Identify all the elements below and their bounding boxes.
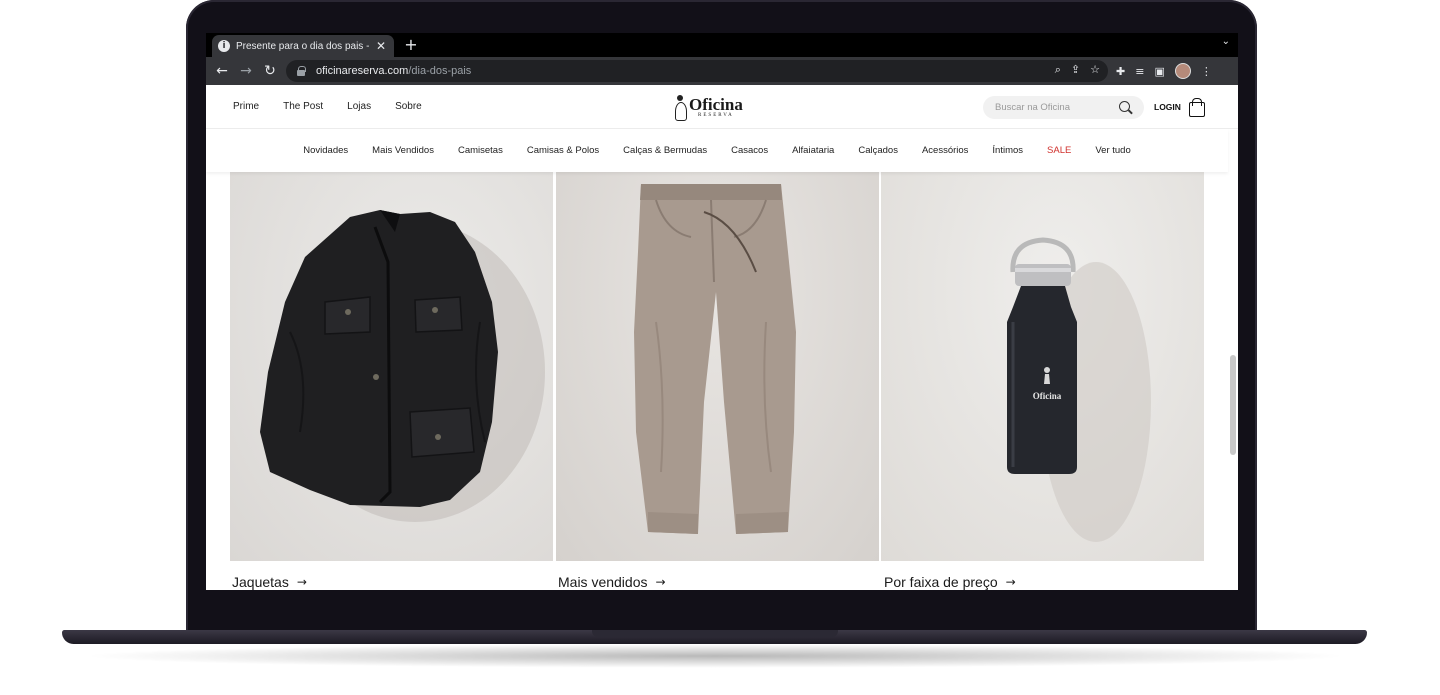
- laptop-shadow: [80, 644, 1350, 668]
- stage: i Presente para o dia dos pais - ✕ + ⌄ ←…: [0, 0, 1440, 695]
- share-icon[interactable]: ⇪: [1071, 63, 1080, 77]
- search-input[interactable]: Buscar na Oficina: [983, 96, 1144, 119]
- caption-por-faixa-de-preco-label: Por faixa de preço: [884, 574, 998, 590]
- new-tab-button[interactable]: +: [402, 35, 420, 55]
- caption-mais-vendidos-label: Mais vendidos: [558, 574, 648, 590]
- category-calcados[interactable]: Calçados: [858, 145, 898, 156]
- close-icon[interactable]: ✕: [376, 39, 386, 53]
- shopping-bag-icon[interactable]: [1188, 98, 1205, 117]
- lock-icon[interactable]: [296, 66, 306, 76]
- browser-toolbar: ← → ↻ oficinareserva.com/dia-dos-pais ⌕ …: [206, 57, 1238, 85]
- zoom-icon[interactable]: ⌕: [1055, 63, 1061, 77]
- category-nav: Novidades Mais Vendidos Camisetas Camisa…: [206, 129, 1228, 172]
- category-calcas-bermudas[interactable]: Calças & Bermudas: [623, 145, 707, 156]
- laptop-notch: [592, 630, 838, 637]
- website: Prime The Post Lojas Sobre Oficina RESER…: [206, 85, 1238, 590]
- bookmark-star-icon[interactable]: ☆: [1090, 63, 1100, 77]
- product-grid: Oficina: [230, 172, 1204, 561]
- top-links: Prime The Post Lojas Sobre: [233, 101, 422, 112]
- arrow-right-icon: →: [655, 575, 666, 589]
- browser-tab[interactable]: i Presente para o dia dos pais - ✕: [212, 35, 394, 57]
- laptop-screen: i Presente para o dia dos pais - ✕ + ⌄ ←…: [206, 33, 1238, 590]
- page-scrollbar[interactable]: [1230, 355, 1236, 455]
- site-logo[interactable]: Oficina RESERVA: [674, 92, 754, 122]
- logo-subtitle: RESERVA: [698, 113, 734, 118]
- product-card-mais-vendidos[interactable]: [556, 172, 879, 561]
- jacket-image: [260, 210, 545, 522]
- category-camisas-polos[interactable]: Camisas & Polos: [527, 145, 599, 156]
- search-placeholder: Buscar na Oficina: [995, 102, 1070, 113]
- category-alfaiataria[interactable]: Alfaiataria: [792, 145, 834, 156]
- top-link-lojas[interactable]: Lojas: [347, 101, 371, 112]
- tab-search-icon[interactable]: ⌄: [1222, 36, 1230, 47]
- bottle-logo-text: Oficina: [1033, 391, 1062, 401]
- category-intimos[interactable]: Íntimos: [992, 145, 1023, 156]
- address-bar[interactable]: oficinareserva.com/dia-dos-pais ⌕ ⇪ ☆: [286, 60, 1108, 82]
- back-button[interactable]: ←: [212, 61, 232, 81]
- category-novidades[interactable]: Novidades: [303, 145, 348, 156]
- caption-jaquetas[interactable]: Jaquetas →: [232, 574, 307, 590]
- media-control-icon[interactable]: ≡: [1135, 65, 1144, 78]
- info-icon: i: [218, 40, 230, 52]
- top-link-sobre[interactable]: Sobre: [395, 101, 422, 112]
- url-host: oficinareserva.com: [316, 65, 409, 77]
- arrow-right-icon: →: [296, 575, 307, 589]
- menu-kebab-icon[interactable]: ⋮: [1201, 65, 1212, 78]
- category-mais-vendidos[interactable]: Mais Vendidos: [372, 145, 434, 156]
- logo-figure-icon: [674, 93, 687, 121]
- forward-button[interactable]: →: [236, 61, 256, 81]
- browser-tab-strip: i Presente para o dia dos pais - ✕ + ⌄: [206, 33, 1238, 57]
- url-path: /dia-dos-pais: [408, 65, 472, 77]
- profile-avatar[interactable]: [1174, 63, 1191, 79]
- caption-jaquetas-label: Jaquetas: [232, 574, 289, 590]
- reload-button[interactable]: ↻: [260, 61, 280, 81]
- tab-title: Presente para o dia dos pais -: [236, 40, 370, 52]
- product-card-por-faixa-de-preco[interactable]: Oficina: [881, 172, 1204, 561]
- category-ver-tudo[interactable]: Ver tudo: [1095, 145, 1130, 156]
- extensions-icon[interactable]: ✚: [1116, 65, 1125, 78]
- arrow-right-icon: →: [1005, 575, 1016, 589]
- top-link-prime[interactable]: Prime: [233, 101, 259, 112]
- logo-word: Oficina: [689, 95, 743, 114]
- caption-por-faixa-de-preco[interactable]: Por faixa de preço →: [884, 574, 1016, 590]
- category-sale[interactable]: SALE: [1047, 145, 1071, 156]
- top-link-the-post[interactable]: The Post: [283, 101, 323, 112]
- login-link[interactable]: LOGIN: [1154, 102, 1181, 112]
- caption-mais-vendidos[interactable]: Mais vendidos →: [558, 574, 666, 590]
- category-casacos[interactable]: Casacos: [731, 145, 768, 156]
- side-panel-icon[interactable]: ▣: [1154, 65, 1164, 78]
- pants-image: [634, 184, 796, 534]
- product-card-jaquetas[interactable]: [230, 172, 553, 561]
- bottle-image: Oficina: [1007, 237, 1151, 542]
- category-acessorios[interactable]: Acessórios: [922, 145, 968, 156]
- category-camisetas[interactable]: Camisetas: [458, 145, 503, 156]
- site-header: Prime The Post Lojas Sobre Oficina RESER…: [206, 85, 1238, 129]
- search-icon[interactable]: [1119, 101, 1132, 114]
